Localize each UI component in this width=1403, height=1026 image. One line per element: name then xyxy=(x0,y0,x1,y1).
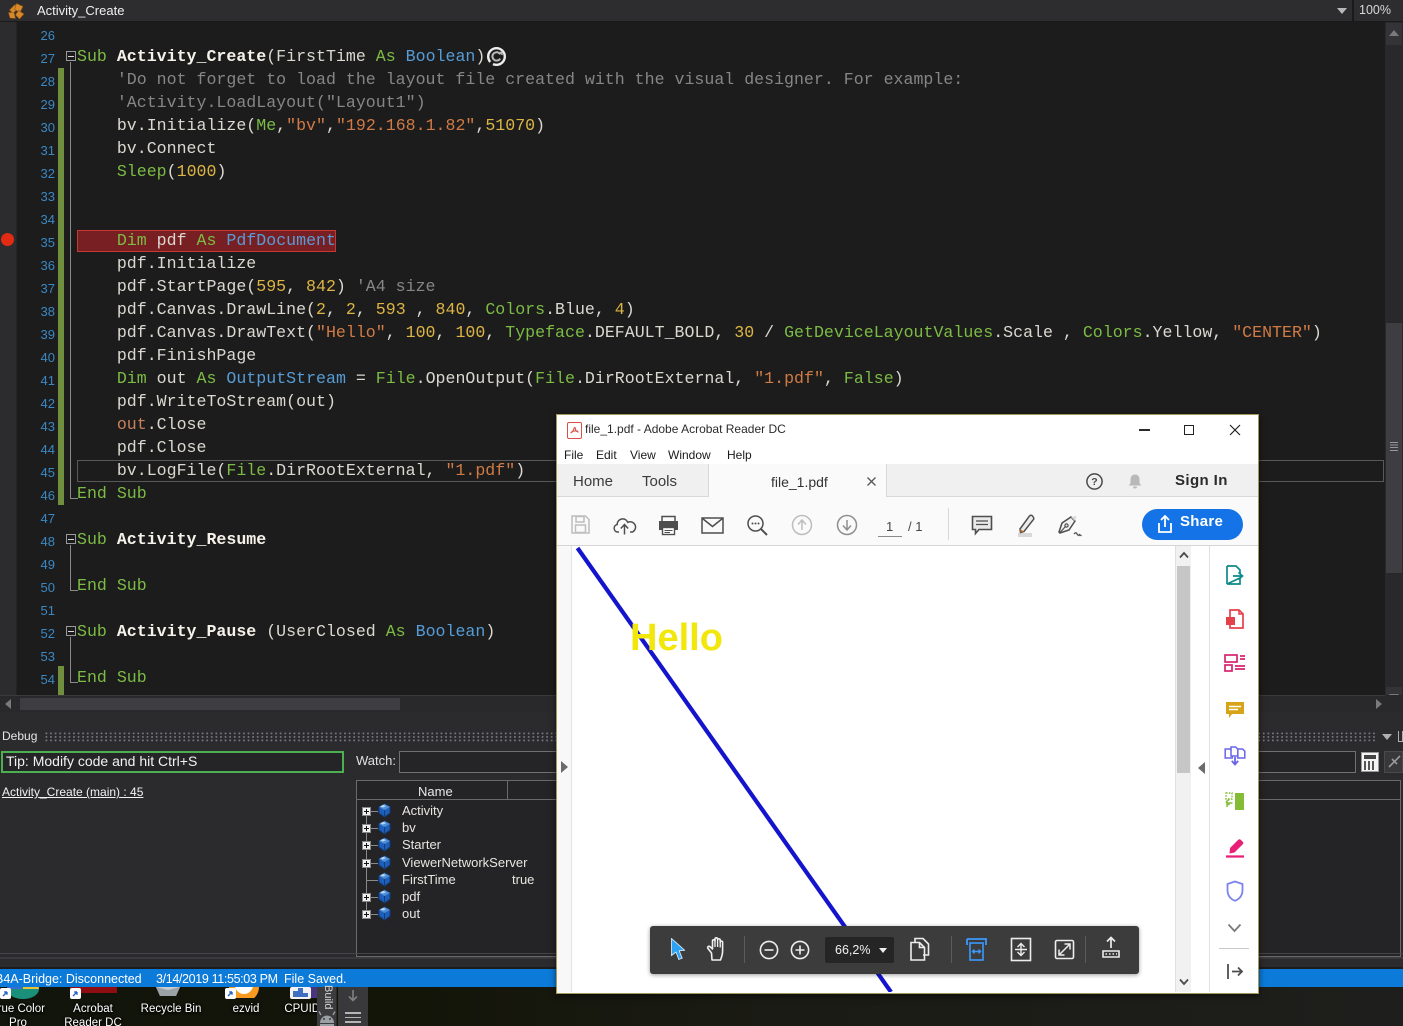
svg-text:Hello: Hello xyxy=(630,617,723,659)
svg-text:?: ? xyxy=(1091,476,1097,488)
